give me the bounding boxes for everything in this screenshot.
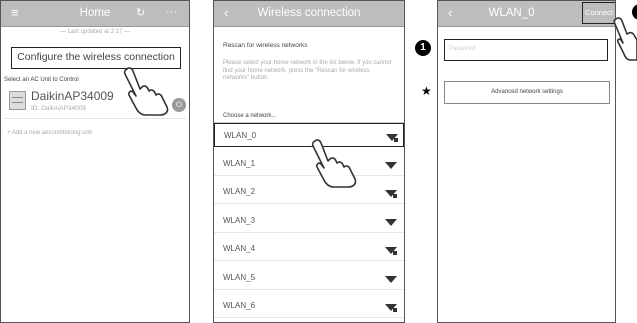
network-detail-screen: ‹ WLAN_0 Connect Password Advanced netwo… [437, 0, 616, 323]
divider [4, 118, 186, 119]
wifi-locked-icon [385, 190, 397, 198]
advanced-settings-button[interactable]: Advanced network settings [444, 81, 610, 104]
password-field[interactable]: Password [444, 39, 608, 61]
unit-id: ID: DaikinAP34009 [31, 105, 86, 112]
rescan-header[interactable]: Rescan for wireless networks [223, 42, 308, 49]
power-icon[interactable]: ⏻ [172, 98, 186, 112]
network-name: WLAN_1 [223, 158, 256, 168]
ac-unit-icon [9, 91, 26, 110]
wifi-locked-icon [385, 304, 397, 312]
ellipsis-icon[interactable]: ··· [166, 6, 177, 18]
network-row[interactable]: WLAN_4 [214, 237, 404, 261]
step-badge: 1 [415, 40, 431, 56]
star-marker: ★ [421, 84, 432, 98]
add-unit-link[interactable]: + Add a new airconditioning unit [7, 130, 92, 136]
network-name: WLAN_3 [223, 215, 256, 225]
home-screen: ≡ Home ↻ ··· — Last updated at 2:17 — Co… [0, 0, 190, 323]
choose-network-label: Choose a network... [223, 113, 277, 119]
wifi-locked-icon [386, 134, 398, 142]
wifi-locked-icon [385, 247, 397, 255]
last-updated-text: — Last updated at 2:17 — [59, 29, 131, 35]
network-name: WLAN_0 [224, 131, 257, 140]
connect-button[interactable]: Connect [582, 2, 615, 24]
wifi-icon [385, 218, 397, 226]
network-title: WLAN_0 [488, 7, 535, 19]
select-unit-label: Select an AC Unit to Control [4, 77, 79, 83]
pointing-hand-icon [311, 139, 357, 188]
network-name: WLAN_4 [223, 244, 256, 253]
wifi-icon [385, 275, 397, 283]
network-row[interactable]: WLAN_5 [214, 266, 404, 290]
pointing-hand-icon [123, 67, 169, 116]
wireless-top-bar: ‹ Wireless connection [214, 1, 404, 27]
network-name: WLAN_2 [223, 187, 256, 196]
instructions-text: Please select your home network in the l… [223, 60, 392, 81]
network-name: WLAN_5 [223, 272, 256, 282]
wireless-connection-screen: ‹ Wireless connection Rescan for wireles… [213, 0, 405, 323]
home-title: Home [79, 7, 111, 19]
network-row[interactable]: WLAN_3 [214, 209, 404, 233]
home-top-bar: ≡ Home ↻ ··· [1, 1, 189, 27]
unit-name: DaikinAP34009 [31, 89, 114, 103]
network-row[interactable]: WLAN_6 [214, 294, 404, 318]
pointing-hand-icon [613, 17, 637, 61]
refresh-icon[interactable]: ↻ [136, 6, 145, 19]
wireless-title: Wireless connection [257, 7, 361, 19]
network-name: WLAN_6 [223, 301, 256, 310]
wifi-icon [385, 161, 397, 169]
